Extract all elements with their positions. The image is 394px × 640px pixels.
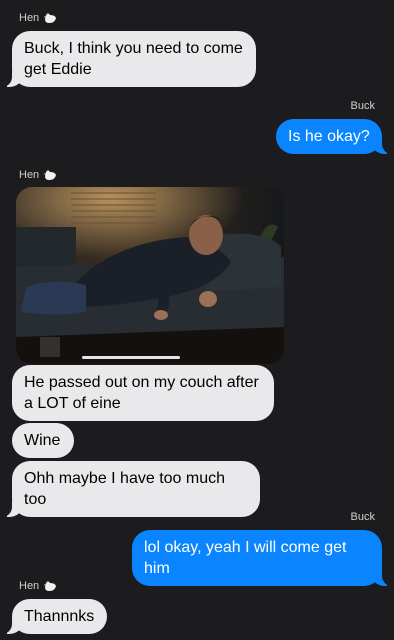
message-text: Thannnks: [24, 608, 95, 625]
message-bubble-incoming[interactable]: Thannnks: [2, 599, 107, 634]
message-bubble-incoming[interactable]: Buck, I think you need to come get Eddie: [2, 31, 256, 87]
sender-label: Hen: [19, 580, 57, 592]
message-bubble-incoming[interactable]: He passed out on my couch after a LOT of…: [12, 365, 274, 421]
sender-label: Buck: [351, 511, 375, 523]
message-text: lol okay, yeah I will come get him: [144, 539, 347, 577]
message-text: He passed out on my couch after a LOT of…: [24, 374, 259, 412]
photo-attachment[interactable]: [16, 187, 284, 364]
message-bubble-outgoing[interactable]: lol okay, yeah I will come get him: [132, 530, 392, 586]
sender-name: Buck: [350, 100, 375, 112]
chicken-icon: [43, 12, 57, 23]
message-bubble-incoming[interactable]: Wine: [12, 423, 74, 458]
message-bubble-outgoing[interactable]: Is he okay?: [276, 119, 392, 154]
message-bubble-incoming[interactable]: Ohh maybe I have too much too: [2, 461, 260, 517]
chicken-icon: [43, 169, 57, 180]
message-text: Wine: [24, 432, 61, 449]
message-text: Ohh maybe I have too much too: [24, 470, 225, 508]
message-text: Buck, I think you need to come get Eddie: [24, 40, 243, 78]
sender-label: Hen: [19, 12, 57, 24]
sender-name: Buck: [350, 511, 375, 523]
sender-name: Hen: [19, 12, 40, 24]
sender-name: Hen: [19, 169, 40, 181]
man-asleep-on-couch-image: [16, 187, 284, 364]
sender-label: Buck: [351, 100, 375, 112]
message-text: Is he okay?: [288, 128, 370, 145]
sender-name: Hen: [19, 580, 40, 592]
chicken-icon: [43, 580, 57, 591]
sender-label: Hen: [19, 169, 57, 181]
